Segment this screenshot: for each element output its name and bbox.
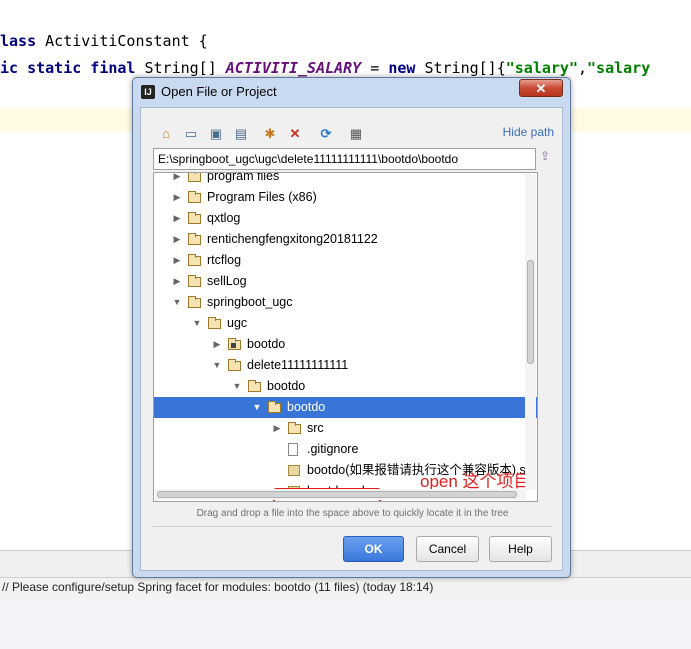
tree-row[interactable]: ▼ bootdo (154, 376, 537, 397)
drag-drop-hint: Drag and drop a file into the space abov… (196, 508, 509, 519)
tree-row-label: delete11111111111 (247, 358, 349, 372)
tree-row[interactable]: ▼ ugc (154, 313, 537, 334)
collapsed-arrow-icon[interactable]: ▶ (172, 229, 182, 250)
folder-icon (268, 401, 281, 413)
tree-row[interactable]: ▶ rtcflog (154, 250, 537, 271)
string-literal: "salary (587, 59, 651, 77)
tree-row-label: bootdo (287, 400, 326, 414)
tree-row-label: sellLog (207, 274, 247, 288)
tree-row-label: src (307, 421, 324, 435)
folder-icon (188, 191, 201, 203)
show-hidden-icon[interactable]: ▦ (347, 125, 365, 143)
divider (153, 526, 552, 527)
tree-row[interactable]: ▶ src (154, 418, 537, 439)
tree-row[interactable]: .gitignore (154, 439, 537, 460)
desktop-icon[interactable]: ▭ (182, 125, 200, 143)
help-button[interactable]: Help (489, 536, 552, 562)
folder-icon (188, 233, 201, 245)
delete-icon[interactable]: ✕ (286, 125, 304, 143)
folder-icon (188, 173, 201, 182)
tree-row[interactable]: ▼ delete11111111111 (154, 355, 537, 376)
module-folder-icon (228, 338, 241, 350)
cancel-button[interactable]: Cancel (416, 536, 479, 562)
folder-icon (248, 380, 261, 392)
tree-row[interactable]: ▼ springboot_ugc (154, 292, 537, 313)
ok-button[interactable]: OK (343, 536, 404, 562)
bottom-area (0, 597, 691, 649)
refresh-icon[interactable]: ⟳ (317, 125, 335, 143)
tree-row[interactable]: ▼ bootdo (154, 397, 537, 418)
folder-icon (208, 317, 221, 329)
path-input[interactable] (153, 148, 536, 170)
close-button[interactable]: ✕ (519, 79, 563, 97)
tree-row-label: qxtlog (207, 211, 241, 225)
tree-row[interactable]: ▶ sellLog (154, 271, 537, 292)
type-name: String[] (135, 59, 226, 77)
collapsed-arrow-icon[interactable]: ▶ (172, 208, 182, 229)
dialog-titlebar[interactable]: IJ Open File or Project ✕ (133, 78, 570, 106)
class-name: ActivitiConstant { (36, 32, 208, 50)
folder-icon (188, 275, 201, 287)
module-icon[interactable]: ▤ (232, 125, 250, 143)
folder-icon (288, 422, 301, 434)
file-tree[interactable]: ▶ program files ▶ Program Files (x86) ▶ qxtlo… (153, 172, 538, 502)
expanded-arrow-icon[interactable]: ▼ (232, 376, 242, 397)
intellij-icon: IJ (141, 85, 155, 99)
home-icon[interactable]: ⌂ (157, 125, 175, 143)
folder-icon (188, 212, 201, 224)
collapsed-arrow-icon[interactable]: ▶ (172, 187, 182, 208)
comma: , (578, 59, 588, 77)
tree-row-label: .gitignore (307, 442, 359, 456)
tree-row-label: rentichengfengxitong20181122 (207, 232, 378, 246)
collapsed-arrow-icon[interactable]: ▶ (172, 250, 182, 271)
tree-row-label: Program Files (x86) (207, 190, 317, 204)
file-icon (288, 443, 298, 456)
project-icon[interactable]: ▣ (207, 125, 225, 143)
expanded-arrow-icon[interactable]: ▼ (252, 397, 262, 418)
keyword-new: new (388, 59, 416, 77)
array-type: String[]{ (415, 59, 506, 77)
folder-icon (228, 359, 241, 371)
status-bar: // Please configure/setup Spring facet f… (0, 577, 691, 597)
tree-row[interactable]: ▶ program files (154, 172, 537, 187)
tree-row[interactable]: ▶ Program Files (x86) (154, 187, 537, 208)
tree-row-label: program files (207, 172, 280, 183)
dialog-body: ⌂ ▭ ▣ ▤ ✱ ✕ ⟳ ▦ Hide path ⇪ ▶ program fil… (140, 107, 563, 571)
folder-icon (188, 254, 201, 266)
tree-row-label: bootdo (267, 379, 306, 393)
collapsed-arrow-icon[interactable]: ▶ (172, 271, 182, 292)
keyword-modifiers: ic static final (0, 59, 136, 77)
tree-row[interactable]: ▶ qxtlog (154, 208, 537, 229)
scrollbar-thumb[interactable] (527, 260, 534, 364)
tree-row-label: ugc (227, 316, 248, 330)
tree-row[interactable]: ▶ rentichengfengxitong20181122 (154, 229, 537, 250)
sql-file-icon (288, 465, 300, 476)
expanded-arrow-icon[interactable]: ▼ (192, 313, 202, 334)
collapsed-arrow-icon[interactable]: ▶ (212, 334, 222, 355)
keyword-class: lass (0, 32, 37, 50)
new-folder-icon[interactable]: ✱ (261, 125, 279, 143)
collapsed-arrow-icon[interactable]: ▶ (272, 418, 282, 439)
expanded-arrow-icon[interactable]: ▼ (172, 292, 182, 313)
code-line: lass ActivitiConstant { (0, 32, 208, 50)
string-literal: "salary" (505, 59, 578, 77)
expanded-arrow-icon[interactable]: ▼ (212, 355, 222, 376)
tree-row-label: rtcflog (207, 253, 242, 267)
tree-row[interactable]: ▶ bootdo (154, 334, 537, 355)
open-file-dialog: IJ Open File or Project ✕ ⌂ ▭ ▣ ▤ ✱ ✕ ⟳ … (132, 77, 571, 578)
tree-row-label: bootdo (247, 337, 286, 351)
tree-horizontal-scrollbar[interactable] (155, 489, 526, 500)
tree-row-label: springboot_ugc (207, 295, 293, 309)
folder-icon (188, 296, 201, 308)
path-navigate-icon[interactable]: ⇪ (540, 149, 554, 167)
dialog-title: Open File or Project (161, 84, 277, 99)
editor-gutter (572, 230, 691, 550)
constant-name: ACTIVITI_SALARY (225, 59, 362, 77)
assign-operator: = (361, 59, 389, 77)
hide-path-link[interactable]: Hide path (503, 125, 554, 139)
collapsed-arrow-icon[interactable]: ▶ (172, 173, 182, 187)
tree-vertical-scrollbar[interactable] (525, 174, 536, 490)
code-line: ic static final String[] ACTIVITI_SALARY… (0, 59, 650, 77)
scrollbar-thumb[interactable] (157, 491, 517, 498)
